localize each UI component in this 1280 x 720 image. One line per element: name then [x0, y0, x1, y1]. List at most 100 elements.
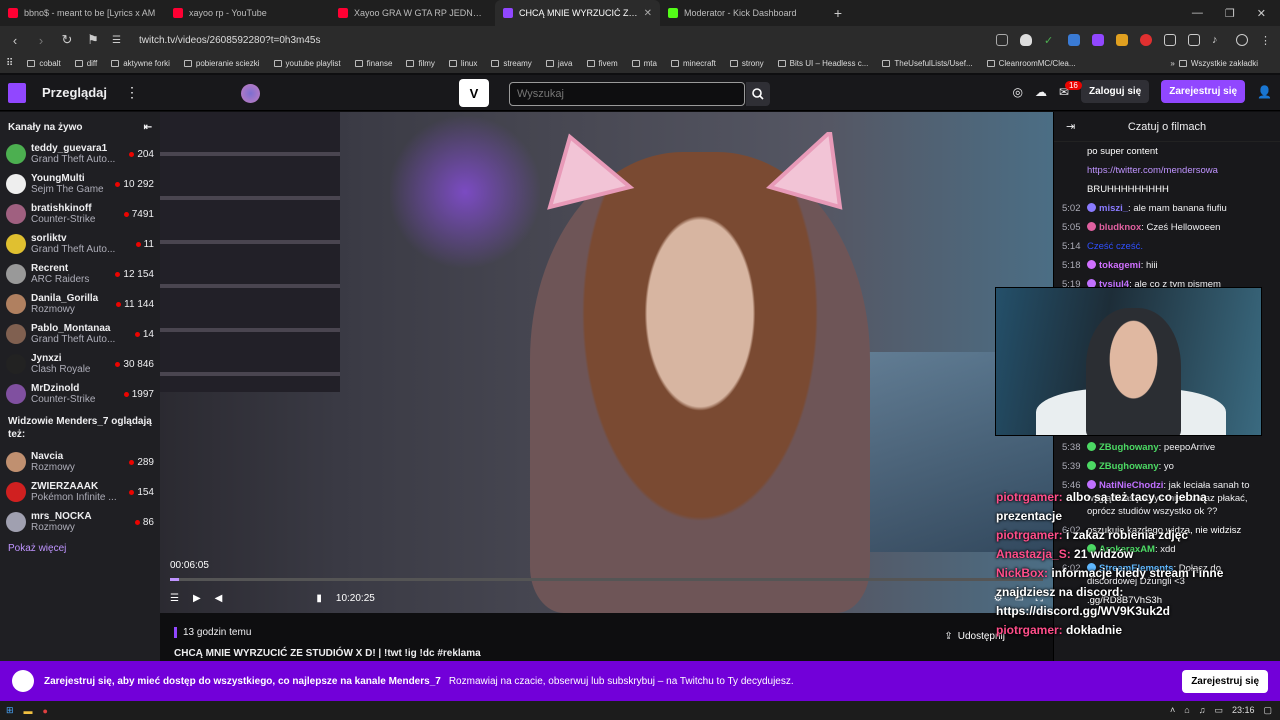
tab-close-icon[interactable]: ✕ — [644, 8, 652, 19]
browse-link[interactable]: Przeglądaj — [42, 85, 107, 100]
volume-icon[interactable]: ◀ — [215, 593, 223, 604]
minimize-icon[interactable]: — — [1192, 7, 1203, 20]
extension-red-icon[interactable] — [1140, 34, 1152, 46]
login-button[interactable]: Zaloguj się — [1081, 80, 1150, 103]
menu-icon[interactable]: ⋮ — [1260, 34, 1272, 47]
music-icon[interactable]: ♪ — [1212, 34, 1224, 46]
sidebar-channel[interactable]: bratishkinoff Counter-Strike 7491 — [0, 199, 160, 229]
back-icon[interactable]: ‹ — [8, 33, 22, 48]
bookmark-item[interactable]: strony — [729, 59, 764, 68]
network-icon[interactable]: ⌂ — [1184, 705, 1189, 716]
extension-flag-icon[interactable] — [1116, 34, 1128, 46]
reload-icon[interactable]: ↻ — [60, 32, 74, 48]
chapters-icon[interactable]: ☰ — [170, 593, 179, 604]
bookmark-item[interactable]: pobieranie sciezki — [183, 59, 260, 68]
maximize-icon[interactable]: ❐ — [1225, 7, 1235, 20]
chat-username[interactable]: miszi_ — [1099, 203, 1128, 214]
twitch-logo-icon[interactable] — [8, 82, 26, 103]
site-settings-icon[interactable]: ☰ — [112, 35, 121, 46]
browser-taskbar-icon[interactable]: ● — [43, 706, 48, 716]
battery-icon[interactable]: ▭ — [1214, 705, 1223, 716]
bookmark-item[interactable]: aktywne forki — [111, 59, 170, 68]
close-window-icon[interactable]: ✕ — [1257, 7, 1266, 20]
twitch-extension-icon[interactable] — [1092, 34, 1104, 46]
profile-icon[interactable] — [1236, 34, 1248, 46]
bookmark-item[interactable]: TheUsefulLists/Usef... — [882, 59, 973, 68]
video-player[interactable]: 00:06:05 ☰ ▶ ◀ ▮ 10:20:25 ⚙ ▭ ⛶ — [160, 112, 1053, 613]
bookmark-item[interactable]: youtube playlist — [273, 59, 341, 68]
sidebar-channel[interactable]: Jynxzi Clash Royale 30 846 — [0, 349, 160, 379]
sidebar-toggle-icon[interactable] — [1188, 34, 1200, 46]
overlay-message: piotrgamer: albo są też tacy co jebną pr… — [996, 488, 1258, 526]
share-icon[interactable] — [996, 34, 1008, 46]
browser-tab[interactable]: Xayoo GRA W GTA RP JEDNA WIELK — [330, 0, 495, 26]
all-bookmarks-button[interactable]: Wszystkie zakładki — [1178, 59, 1258, 68]
chat-username[interactable]: bludknox — [1099, 222, 1141, 233]
signup-button[interactable]: Zarejestruj się — [1161, 80, 1246, 103]
crown-icon[interactable]: ☁ — [1035, 85, 1047, 99]
extension-globe-icon[interactable] — [1068, 34, 1080, 46]
bookmark-item[interactable]: CleanroomMC/Clea... — [986, 59, 1076, 68]
seek-bar[interactable] — [170, 578, 1043, 581]
windows-start-icon[interactable]: ⊞ — [6, 705, 14, 716]
search-button[interactable] — [746, 82, 770, 106]
search-input[interactable] — [509, 82, 745, 106]
forward-icon[interactable]: › — [34, 33, 48, 48]
sidebar-channel[interactable]: sorliktv Grand Theft Auto... 11 — [0, 229, 160, 259]
sidebar-channel[interactable]: Danila_Gorilla Rozmowy 11 144 — [0, 289, 160, 319]
browser-tab[interactable]: CHCĄ MNIE WYRZUCIĆ ZE STUDI ✕ — [495, 0, 660, 26]
sidebar-channel[interactable]: MrDzinold Counter-Strike 1997 — [0, 379, 160, 409]
sidebar-channel[interactable]: teddy_guevara1 Grand Theft Auto... 204 — [0, 139, 160, 169]
more-icon[interactable]: ⋮ — [125, 84, 139, 101]
chat-username[interactable]: tokagemi — [1099, 260, 1141, 271]
sidebar-channel[interactable]: mrs_NOCKA Rozmowy 86 — [0, 507, 160, 537]
chat-username[interactable]: ZBughowany — [1099, 442, 1159, 453]
collapse-icon[interactable]: ⇤ — [144, 122, 152, 133]
bookmark-item[interactable]: linux — [448, 59, 477, 68]
browser-tab[interactable]: Moderator - Kick Dashboard — [660, 0, 825, 26]
new-tab-button[interactable]: + — [825, 5, 851, 21]
bookmark-item[interactable]: minecraft — [670, 59, 716, 68]
shield-icon[interactable] — [1020, 34, 1032, 46]
apps-icon[interactable]: ⠿ — [6, 58, 13, 69]
expand-chat-icon[interactable]: ⇥ — [1066, 120, 1075, 133]
bookmark-item[interactable]: mta — [631, 59, 657, 68]
channel-logo-icon[interactable]: V — [459, 79, 489, 107]
bookmark-item[interactable]: fivem — [586, 59, 618, 68]
speaker-icon[interactable]: ♫ — [1199, 705, 1206, 716]
bookmark-icon[interactable]: ⚑ — [86, 32, 100, 48]
notifications-icon[interactable]: ▢ — [1263, 705, 1272, 716]
show-more-link[interactable]: Pokaż więcej — [0, 537, 160, 560]
bookmark-item[interactable]: cobalt — [27, 59, 61, 68]
sidebar-channel[interactable]: ZWIERZAAAK Pokémon Infinite ... 154 — [0, 477, 160, 507]
channel-game: Pokémon Infinite ... — [31, 492, 117, 503]
play-icon[interactable]: ▶ — [193, 593, 201, 604]
browser-tab[interactable]: bbno$ - meant to be [Lyrics x AM — [0, 0, 165, 26]
bookmark-item[interactable]: Bits UI – Headless c... — [777, 59, 868, 68]
chat-username[interactable]: ZBughowany — [1099, 461, 1159, 472]
bookmark-item[interactable]: filmy — [406, 59, 435, 68]
user-menu-icon[interactable]: 👤 — [1257, 85, 1272, 99]
sidebar-channel[interactable]: Navcia Rozmowy 289 — [0, 447, 160, 477]
bookmark-item[interactable]: diff — [74, 59, 97, 68]
whispers-icon[interactable]: ◎ — [1012, 85, 1022, 99]
check-icon[interactable]: ✓ — [1044, 34, 1056, 47]
channel-game: Clash Royale — [31, 364, 91, 375]
bookmark-item[interactable]: streamy — [491, 59, 532, 68]
browser-tab[interactable]: xayoo rp - YouTube — [165, 0, 330, 26]
sidebar-channel[interactable]: Pablo_Montanaa Grand Theft Auto... 14 — [0, 319, 160, 349]
banner-signup-button[interactable]: Zarejestruj się — [1182, 669, 1268, 693]
puzzle-icon[interactable] — [1164, 34, 1176, 46]
url-field[interactable]: twitch.tv/videos/2608592280?t=0h3m45s — [139, 35, 321, 46]
bookmark-label: cobalt — [39, 59, 61, 68]
skip-icon[interactable]: ▮ — [316, 593, 322, 604]
inbox-icon[interactable]: ✉ 16 — [1059, 80, 1082, 99]
sidebar-channel[interactable]: YoungMulti Sejm The Game 10 292 — [0, 169, 160, 199]
bookmarks-overflow-button[interactable]: » — [1170, 59, 1174, 68]
bookmark-item[interactable]: java — [545, 59, 573, 68]
prime-orb-icon[interactable] — [241, 84, 260, 103]
sidebar-channel[interactable]: Recrent ARC Raiders 12 154 — [0, 259, 160, 289]
file-explorer-icon[interactable]: ▬ — [24, 706, 33, 716]
tray-chevron-icon[interactable]: ˄ — [1170, 705, 1175, 716]
bookmark-item[interactable]: finanse — [354, 59, 392, 68]
